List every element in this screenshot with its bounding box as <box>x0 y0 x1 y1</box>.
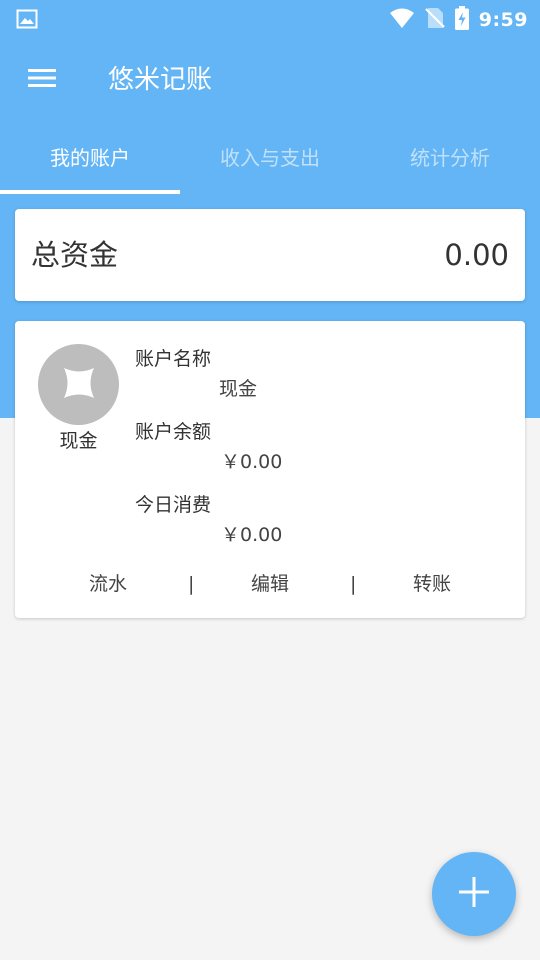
tab-statistics[interactable]: 统计分析 <box>360 128 540 194</box>
add-account-button[interactable] <box>432 852 516 936</box>
image-icon <box>16 9 38 29</box>
status-bar: 9:59 <box>0 0 540 40</box>
app-title: 悠米记账 <box>108 65 213 95</box>
today-spending-value: ￥0.00 <box>221 524 283 546</box>
action-separator: | <box>350 573 357 595</box>
account-card: 现金 账户名称 现金 账户余额 ￥0.00 今日消费 ￥0.00 流水 | 编辑… <box>15 321 525 618</box>
account-name-value: 现金 <box>219 378 258 400</box>
flow-button[interactable]: 流水 <box>78 569 138 599</box>
account-avatar-label: 现金 <box>59 430 98 452</box>
menu-icon <box>27 67 57 93</box>
tab-bar: 我的账户 收入与支出 统计分析 <box>0 128 540 194</box>
account-avatar[interactable] <box>38 344 119 425</box>
total-funds-value: 0.00 <box>444 238 509 272</box>
account-balance-label: 账户余额 <box>135 421 212 443</box>
tab-income-expense[interactable]: 收入与支出 <box>180 128 360 194</box>
no-sim-icon <box>424 7 445 33</box>
account-actions: 流水 | 编辑 | 转账 <box>15 569 525 599</box>
today-spending-label: 今日消费 <box>135 494 212 516</box>
account-type-icon <box>62 366 96 404</box>
account-name-label: 账户名称 <box>135 348 212 370</box>
edit-button[interactable]: 编辑 <box>240 569 300 599</box>
action-separator: | <box>188 573 195 595</box>
account-balance-value: ￥0.00 <box>221 451 283 473</box>
battery-charging-icon <box>454 6 469 34</box>
plus-icon <box>457 875 491 913</box>
app-bar: 悠米记账 <box>0 40 540 120</box>
status-time: 9:59 <box>478 9 528 31</box>
total-funds-card: 总资金 0.00 <box>15 209 525 301</box>
transfer-button[interactable]: 转账 <box>402 569 462 599</box>
menu-button[interactable] <box>20 60 64 100</box>
wifi-icon <box>389 7 415 33</box>
total-funds-label: 总资金 <box>31 238 119 272</box>
tab-my-accounts[interactable]: 我的账户 <box>0 128 180 194</box>
